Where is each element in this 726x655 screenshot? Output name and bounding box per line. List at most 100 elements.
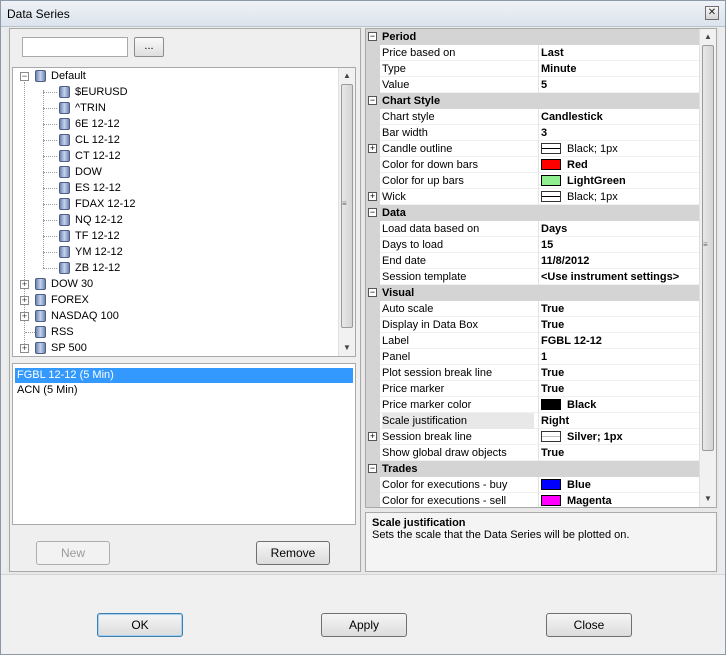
tree-node-group[interactable]: + DOW 30 [13,276,333,292]
property-row[interactable]: Show global draw objects True [366,445,700,461]
scroll-down-icon[interactable]: ▼ [339,340,355,356]
property-value[interactable]: True [538,317,698,333]
property-row[interactable]: Bar width 3 [366,125,700,141]
tree-node-group[interactable]: + NASDAQ 100 [13,308,333,324]
property-value[interactable]: Silver; 1px [538,429,698,445]
property-value[interactable]: Red [538,157,698,173]
property-value[interactable]: Blue [538,477,698,493]
tree-node-instrument[interactable]: NQ 12-12 [13,212,333,228]
close-button[interactable]: Close [546,613,632,637]
property-value[interactable]: True [538,445,698,461]
property-value[interactable]: Days [538,221,698,237]
scroll-down-icon[interactable]: ▼ [700,491,716,507]
property-row[interactable]: Auto scale True [366,301,700,317]
property-value[interactable]: Black; 1px [538,141,698,157]
property-value[interactable]: True [538,301,698,317]
tree-node-instrument[interactable]: CT 12-12 [13,148,333,164]
property-value[interactable]: Black; 1px [538,189,698,205]
property-row[interactable]: Plot session break line True [366,365,700,381]
tree-node-instrument[interactable]: 6E 12-12 [13,116,333,132]
property-value[interactable]: 15 [538,237,698,253]
property-row[interactable]: Color for down bars Red [366,157,700,173]
property-row[interactable]: Color for up bars LightGreen [366,173,700,189]
property-row[interactable]: Value 5 [366,77,700,93]
property-row[interactable]: Chart style Candlestick [366,109,700,125]
tree-node-instrument[interactable]: DOW [13,164,333,180]
tree-node-default[interactable]: − Default [13,68,333,84]
property-row[interactable]: Price marker True [366,381,700,397]
property-row[interactable]: Type Minute [366,61,700,77]
expand-icon[interactable]: + [368,144,377,153]
tree-node-instrument[interactable]: ES 12-12 [13,180,333,196]
apply-button[interactable]: Apply [321,613,407,637]
property-value[interactable]: <Use instrument settings> [538,269,698,285]
collapse-icon[interactable]: − [368,464,377,473]
property-row[interactable]: Label FGBL 12-12 [366,333,700,349]
expand-icon[interactable]: + [20,344,29,353]
scroll-up-icon[interactable]: ▲ [700,29,716,45]
property-row[interactable]: Price based on Last [366,45,700,61]
collapse-icon[interactable]: − [368,32,377,41]
close-icon[interactable]: ✕ [705,6,719,20]
new-button[interactable]: New [36,541,110,565]
expand-icon[interactable]: + [20,312,29,321]
property-value[interactable]: FGBL 12-12 [538,333,698,349]
expand-icon[interactable]: + [368,432,377,441]
property-scrollbar[interactable]: ▲ ≡ ▼ [699,29,716,507]
property-row[interactable]: Session template <Use instrument settings… [366,269,700,285]
property-value[interactable]: Right [538,413,698,429]
tree-node-group[interactable]: + FOREX [13,292,333,308]
collapse-icon[interactable]: − [368,208,377,217]
property-value[interactable]: Magenta [538,493,698,507]
property-value[interactable]: 1 [538,349,698,365]
property-value[interactable]: Candlestick [538,109,698,125]
property-row[interactable]: Display in Data Box True [366,317,700,333]
tree-node-group[interactable]: RSS [13,324,333,340]
category-data[interactable]: − Data [366,205,700,221]
category-period[interactable]: − Period [366,29,700,45]
property-value[interactable]: 11/8/2012 [538,253,698,269]
scroll-up-icon[interactable]: ▲ [339,68,355,84]
tree-node-group[interactable]: + SP 500 [13,340,333,356]
series-item-acn[interactable]: ACN (5 Min) [15,383,353,398]
tree-node-instrument[interactable]: FDAX 12-12 [13,196,333,212]
property-row[interactable]: + Candle outline Black; 1px [366,141,700,157]
remove-button[interactable]: Remove [256,541,330,565]
tree-node-instrument[interactable]: ^TRIN [13,100,333,116]
property-row[interactable]: + Session break line Silver; 1px [366,429,700,445]
tree-node-instrument[interactable]: CL 12-12 [13,132,333,148]
property-value[interactable]: True [538,381,698,397]
property-row[interactable]: Days to load 15 [366,237,700,253]
tree-node-instrument[interactable]: $EURUSD [13,84,333,100]
tree-node-instrument[interactable]: TF 12-12 [13,228,333,244]
property-row[interactable]: + Wick Black; 1px [366,189,700,205]
browse-button[interactable]: ... [134,37,164,57]
tree-node-instrument[interactable]: ZB 12-12 [13,260,333,276]
expand-icon[interactable]: + [368,192,377,201]
property-value[interactable]: Black [538,397,698,413]
expand-icon[interactable]: + [20,280,29,289]
property-row[interactable]: Price marker color Black [366,397,700,413]
property-value[interactable]: Minute [538,61,698,77]
property-value[interactable]: 3 [538,125,698,141]
tree-scrollbar[interactable]: ▲ ≡ ▼ [338,68,355,356]
category-chart-style[interactable]: − Chart Style [366,93,700,109]
property-row[interactable]: Color for executions - buy Blue [366,477,700,493]
property-value[interactable]: 5 [538,77,698,93]
property-value[interactable]: True [538,365,698,381]
collapse-icon[interactable]: − [20,72,29,81]
property-row[interactable]: Load data based on Days [366,221,700,237]
property-row[interactable]: Panel 1 [366,349,700,365]
property-row[interactable]: Color for executions - sell Magenta [366,493,700,507]
property-row[interactable]: Scale justification Right [366,413,700,429]
category-trades[interactable]: − Trades [366,461,700,477]
property-value[interactable]: Last [538,45,698,61]
collapse-icon[interactable]: − [368,96,377,105]
collapse-icon[interactable]: − [368,288,377,297]
series-item-fgbl[interactable]: FGBL 12-12 (5 Min) [15,368,353,383]
property-row[interactable]: End date 11/8/2012 [366,253,700,269]
instrument-search-input[interactable] [22,37,128,57]
property-value[interactable]: LightGreen [538,173,698,189]
expand-icon[interactable]: + [20,296,29,305]
tree-node-instrument[interactable]: YM 12-12 [13,244,333,260]
